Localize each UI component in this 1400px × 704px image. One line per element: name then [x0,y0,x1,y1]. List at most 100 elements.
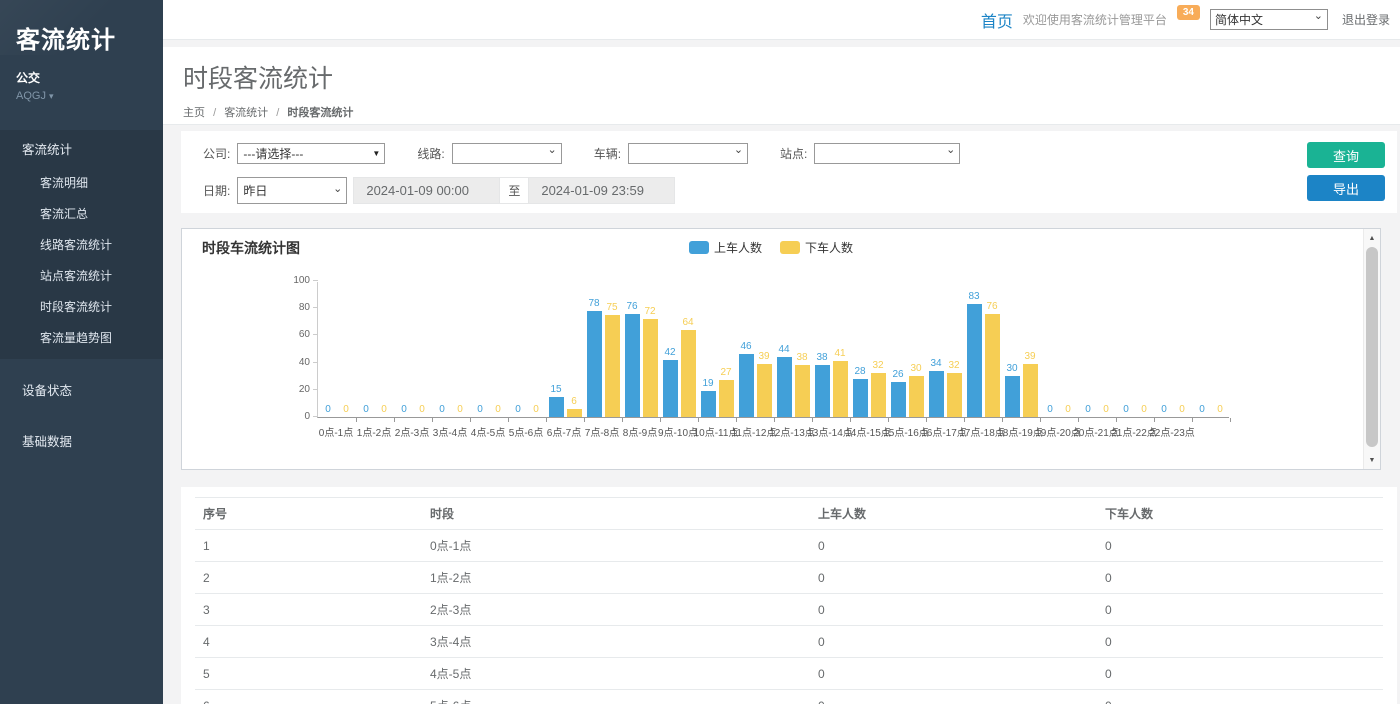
bar [605,315,620,417]
chart-category: 4438 [774,281,812,417]
query-button[interactable]: 查询 [1307,142,1385,168]
bar [663,360,678,417]
bar-value-label: 44 [778,344,789,355]
scrollbar-down-arrow-icon[interactable]: ▼ [1364,452,1380,468]
chart-category: 00 [1040,281,1078,417]
table-cell: 2 [195,562,422,594]
bar [739,354,754,417]
chart-panel: 时段车流统计图 上车人数 下车人数 0000000000001567875767… [181,228,1381,470]
table-cell: 0 [1097,562,1383,594]
bar-group-下车人数: 0 [377,404,392,417]
filter-row-2: 日期: 昨日 至 [203,177,1383,204]
chart-category: 00 [1078,281,1116,417]
bar-group-上车人数: 42 [663,347,678,417]
sidebar-item-period-stats[interactable]: 时段客流统计 [0,291,163,322]
chart-category: 156 [546,281,584,417]
chart-category: 3039 [1002,281,1040,417]
sidebar-item-base-data[interactable]: 基础数据 [0,420,163,461]
page-title: 时段客流统计 [183,59,1380,95]
y-axis-tick-label: 20 [299,384,310,395]
sidebar-item-station-stats[interactable]: 站点客流统计 [0,260,163,291]
chart-plot-area: 0000000000001567875767242641927463944383… [317,282,1229,418]
company-code: AQGJ [16,90,46,102]
bar-group-下车人数: 32 [871,360,886,417]
x-axis-tick-label: 0点-1点 [317,424,355,439]
nav-passenger-stats-block: 客流统计 客流明细 客流汇总 线路客流统计 站点客流统计 时段客流统计 客流量趋… [0,130,163,359]
breadcrumb-passenger-stats[interactable]: 客流统计 [224,107,268,119]
bar-value-label: 28 [854,366,865,377]
x-axis-tick-label: 12点-13点 [773,424,811,439]
y-axis-tick-mark [313,280,318,281]
home-link[interactable]: 首页 [981,8,1013,32]
legend-item-alighting[interactable]: 下车人数 [780,239,853,256]
y-axis-tick-mark [313,334,318,335]
bar-group-上车人数: 0 [1195,404,1210,417]
bar-value-label: 0 [515,404,521,415]
bar [795,365,810,417]
x-axis-tick-label: 9点-10点 [659,424,697,439]
x-axis-tick-label: 15点-16点 [887,424,925,439]
table-cell: 3 [195,594,422,626]
x-axis-tick-label: 5点-6点 [507,424,545,439]
chart-category: 1927 [698,281,736,417]
bar-group-上车人数: 0 [1081,404,1096,417]
bar-value-label: 15 [550,384,561,395]
sidebar-item-passenger-stats[interactable]: 客流统计 [0,130,163,167]
date-preset-select[interactable]: 昨日 [237,177,347,204]
x-axis-tick-label: 14点-15点 [849,424,887,439]
table-cell: 1点-2点 [422,562,810,594]
bar-value-label: 26 [892,369,903,380]
sidebar-item-passenger-detail[interactable]: 客流明细 [0,167,163,198]
date-to-input[interactable] [528,177,675,204]
chart-category: 28 32 [850,281,888,417]
chart-legend: 上车人数 下车人数 [182,239,1360,256]
filter-row-1: 公司: ---请选择--- 线路: 车 [203,143,1383,164]
notification-badge[interactable]: 34 [1177,5,1200,20]
company-code-dropdown[interactable]: AQGJ▾ [16,90,149,102]
legend-item-boarding[interactable]: 上车人数 [689,239,762,256]
sidebar-item-trend-chart[interactable]: 客流量趋势图 [0,322,163,353]
bar-group-下车人数: 0 [415,404,430,417]
x-axis-tick-label: 22点-23点 [1153,424,1191,439]
language-select[interactable]: 简体中文 [1210,9,1328,30]
y-axis-tick-label: 0 [304,411,310,422]
period-stats-table: 序号 时段 上车人数 下车人数 10点-1点0021点-2点0032点-3点00… [195,497,1383,704]
scrollbar-thumb[interactable] [1366,247,1378,447]
bar-group-上车人数: 38 [815,352,830,417]
breadcrumb-home[interactable]: 主页 [183,107,205,119]
sidebar-profile: 公交 AQGJ▾ [0,55,163,104]
breadcrumb-current: 时段客流统计 [287,107,353,119]
chart-category: 00 [1116,281,1154,417]
sidebar-item-line-stats[interactable]: 线路客流统计 [0,229,163,260]
bar-value-label: 0 [401,404,407,415]
bar-group-下车人数: 0 [1137,404,1152,417]
x-axis-tick-label: 16点-17点 [925,424,963,439]
bar-value-label: 0 [1103,404,1109,415]
company-select[interactable]: ---请选择--- [237,143,385,164]
data-table-panel: 序号 时段 上车人数 下车人数 10点-1点0021点-2点0032点-3点00… [181,487,1397,704]
legend-label-boarding: 上车人数 [714,239,762,256]
bar-value-label: 32 [948,360,959,371]
table-cell: 5 [195,658,422,690]
station-select[interactable] [814,143,960,164]
date-from-input[interactable] [353,177,500,204]
table-cell: 1 [195,530,422,562]
sidebar-item-passenger-summary[interactable]: 客流汇总 [0,198,163,229]
bar-value-label: 83 [968,291,979,302]
x-axis-tick-label: 11点-12点 [735,424,773,439]
scrollbar-up-arrow-icon[interactable]: ▲ [1364,230,1380,246]
welcome-text: 欢迎使用客流统计管理平台 [1023,11,1167,28]
bar-value-label: 0 [1179,404,1185,415]
sidebar-item-device-status[interactable]: 设备状态 [0,369,163,410]
logout-link[interactable]: 退出登录 [1342,11,1390,28]
line-select[interactable] [452,143,562,164]
vehicle-select[interactable] [628,143,748,164]
bar [587,311,602,417]
bar-value-label: 39 [758,351,769,362]
export-button[interactable]: 导出 [1307,175,1385,201]
date-label: 日期: [203,182,230,199]
table-cell: 6 [195,690,422,704]
bar-group-下车人数: 0 [453,404,468,417]
chart-vertical-scrollbar[interactable]: ▲ ▼ [1363,229,1380,469]
breadcrumb-separator: / [276,107,279,119]
